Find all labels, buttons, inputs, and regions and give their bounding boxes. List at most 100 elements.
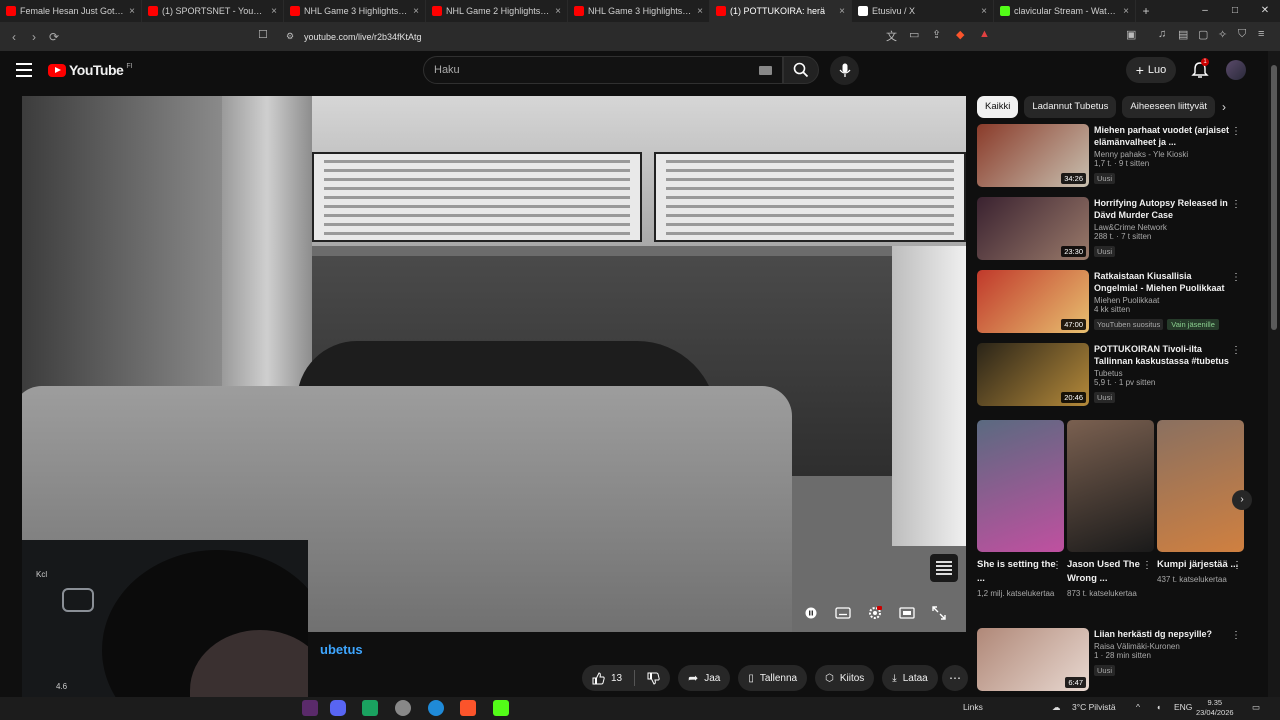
discord-icon[interactable] [330,700,346,716]
spotify-icon[interactable] [362,700,378,716]
url-field[interactable]: ⚙ youtube.com/live/r2b34fKtAtg [282,26,982,47]
back-button[interactable]: ‹ [4,30,24,44]
close-tab-icon[interactable]: × [129,6,135,17]
close-window-button[interactable]: ✕ [1250,0,1280,22]
vpn-icon[interactable]: ⛉ [1238,28,1246,41]
video-title[interactable]: Ratkaistaan Kiusallisia Ongelmia! - Mieh… [1094,270,1232,294]
volume-icon[interactable]: ◖ [1156,702,1161,712]
bookmark-icon[interactable]: ☐ [258,28,268,41]
browser-tab[interactable]: NHL Game 3 Highlights | Peng × [284,0,426,22]
maximize-button[interactable]: □ [1220,0,1250,22]
close-tab-icon[interactable]: × [271,6,277,17]
keyboard-icon[interactable] [759,66,772,75]
video-title[interactable]: Horrifying Autopsy Released in Dävd Murd… [1094,197,1232,221]
menu-icon[interactable]: ≡ [1258,28,1264,40]
scrollbar-thumb[interactable] [1271,65,1277,330]
browser-tab[interactable]: Etusivu / X × [852,0,994,22]
subtitles-icon[interactable] [834,604,852,622]
new-tab-button[interactable]: + [1136,4,1156,18]
video-thumbnail[interactable]: 47:00 [977,270,1089,333]
more-options-icon[interactable]: ⋮ [1231,126,1241,137]
settings-gear-icon[interactable] [866,604,884,622]
tab-search-icon[interactable]: ▢ [1198,28,1208,41]
sidebar-icon[interactable]: ▣ [1126,28,1136,41]
browser-tab[interactable]: NHL Game 2 Highlights | Duck × [426,0,568,22]
more-options-icon[interactable]: ⋮ [1231,199,1241,210]
app-icon[interactable] [302,700,318,716]
video-thumbnail[interactable]: 23:30 [977,197,1089,260]
more-options-icon[interactable]: ⋮ [1231,630,1241,641]
channel-name[interactable]: Tubetus [1094,369,1232,378]
search-button[interactable] [783,56,819,84]
share-page-icon[interactable]: ⇪ [932,28,941,41]
rewards-icon[interactable]: ▲ [979,28,990,40]
close-tab-icon[interactable]: × [555,6,561,17]
reader-icon[interactable]: ▤ [1178,28,1188,41]
thanks-button[interactable]: ⬡ Kiitos [815,665,875,691]
video-title[interactable]: POTTUKOIRAN Tivoli-ilta Tallinnan kaskus… [1094,343,1232,367]
translate-icon[interactable]: 文 [886,28,897,44]
chip-related[interactable]: Aiheeseen liittyvät [1122,96,1215,118]
browser-tab[interactable]: NHL Game 3 Highlights | Stars × [568,0,710,22]
live-chat-toggle-icon[interactable] [930,554,958,582]
close-tab-icon[interactable]: × [1123,6,1129,17]
brave-shield-icon[interactable]: ◆ [956,28,964,41]
chip-uploaded-by[interactable]: Ladannut Tubetus [1024,96,1117,118]
video-title[interactable]: Miehen parhaat vuodet (arjaiset elämänva… [1094,124,1232,148]
chip-all[interactable]: Kaikki [977,96,1019,118]
close-tab-icon[interactable]: × [697,6,703,17]
site-info-icon[interactable]: ⚙ [286,31,294,42]
system-clock[interactable]: 9.35 23/04/2026 [1196,698,1234,718]
browser-tab[interactable]: (1) POTTUKOIRA: herä × [710,0,852,22]
save-button[interactable]: ▯ Tallenna [738,665,808,691]
recommended-video[interactable]: 47:00 Ratkaistaan Kiusallisia Ongelmia! -… [977,270,1247,338]
brave-icon[interactable] [460,700,476,716]
close-tab-icon[interactable]: × [981,6,987,17]
short-item[interactable]: Jason Used The Wrong ... 873 t. katseluke… [1067,420,1154,598]
short-title[interactable]: She is setting the ... [977,558,1064,586]
media-icon[interactable]: ♫ [1158,28,1166,40]
minimize-button[interactable]: – [1190,0,1220,22]
short-item[interactable]: Kumpi järjestää ... 437 t. katselukertaa ⋮ [1157,420,1244,584]
weather-icon[interactable]: ☁ [1052,702,1061,713]
edge-icon[interactable] [428,700,444,716]
more-actions-button[interactable]: ⋯ [942,665,968,691]
channel-name[interactable]: Law&Crime Network [1094,223,1232,232]
fullscreen-icon[interactable] [930,604,948,622]
weather-text[interactable]: 3°C Pilvistä [1072,702,1116,712]
extensions-icon[interactable]: ✧ [1218,28,1227,41]
recommended-video[interactable]: 23:30 Horrifying Autopsy Released in Dävd… [977,197,1247,265]
short-title[interactable]: Jason Used The Wrong ... [1067,558,1154,586]
language-indicator[interactable]: ENG [1174,702,1192,712]
kick-icon[interactable] [493,700,509,716]
recommended-video[interactable]: 6:47 Liian herkästi dg nepsyille? Raisa Vä… [977,628,1247,696]
more-options-icon[interactable]: ⋮ [1052,560,1062,571]
recommended-video[interactable]: 20:46 POTTUKOIRAN Tivoli-ilta Tallinnan k… [977,343,1247,411]
links-toolbar[interactable]: Links [963,702,983,712]
pause-icon[interactable] [802,604,820,622]
account-avatar[interactable] [1226,60,1246,80]
video-thumbnail[interactable]: 34:26 [977,124,1089,187]
like-button[interactable]: 13 [582,665,671,691]
shorts-next-button[interactable]: › [1232,490,1252,510]
video-thumbnail[interactable]: 20:46 [977,343,1089,406]
more-options-icon[interactable]: ⋮ [1142,560,1152,571]
short-title[interactable]: Kumpi järjestää ... [1157,558,1244,572]
chevron-right-icon[interactable]: › [1222,100,1226,114]
cast-icon[interactable]: ▭ [909,28,919,41]
share-button[interactable]: ➦ Jaa [678,665,731,691]
notification-center-icon[interactable]: ▭ [1252,702,1260,713]
youtube-logo[interactable]: YouTube FI [48,62,133,78]
forward-button[interactable]: › [24,30,44,44]
video-title[interactable]: Liian herkästi dg nepsyille? [1094,628,1232,640]
more-options-icon[interactable]: ⋮ [1231,272,1241,283]
channel-name[interactable]: Menny pahaks - Yle Kioski [1094,150,1232,159]
search-input[interactable]: Haku [423,56,783,84]
download-button[interactable]: ⤓ Lataa [882,665,938,691]
video-thumbnail[interactable]: 6:47 [977,628,1089,691]
short-item[interactable]: She is setting the ... 1,2 milj. katseluk… [977,420,1064,598]
more-options-icon[interactable]: ⋮ [1231,345,1241,356]
browser-tab[interactable]: clavicular Stream - Watch Live × [994,0,1136,22]
short-thumbnail[interactable] [1067,420,1154,552]
channel-name[interactable]: Miehen Puolikkaat [1094,296,1232,305]
